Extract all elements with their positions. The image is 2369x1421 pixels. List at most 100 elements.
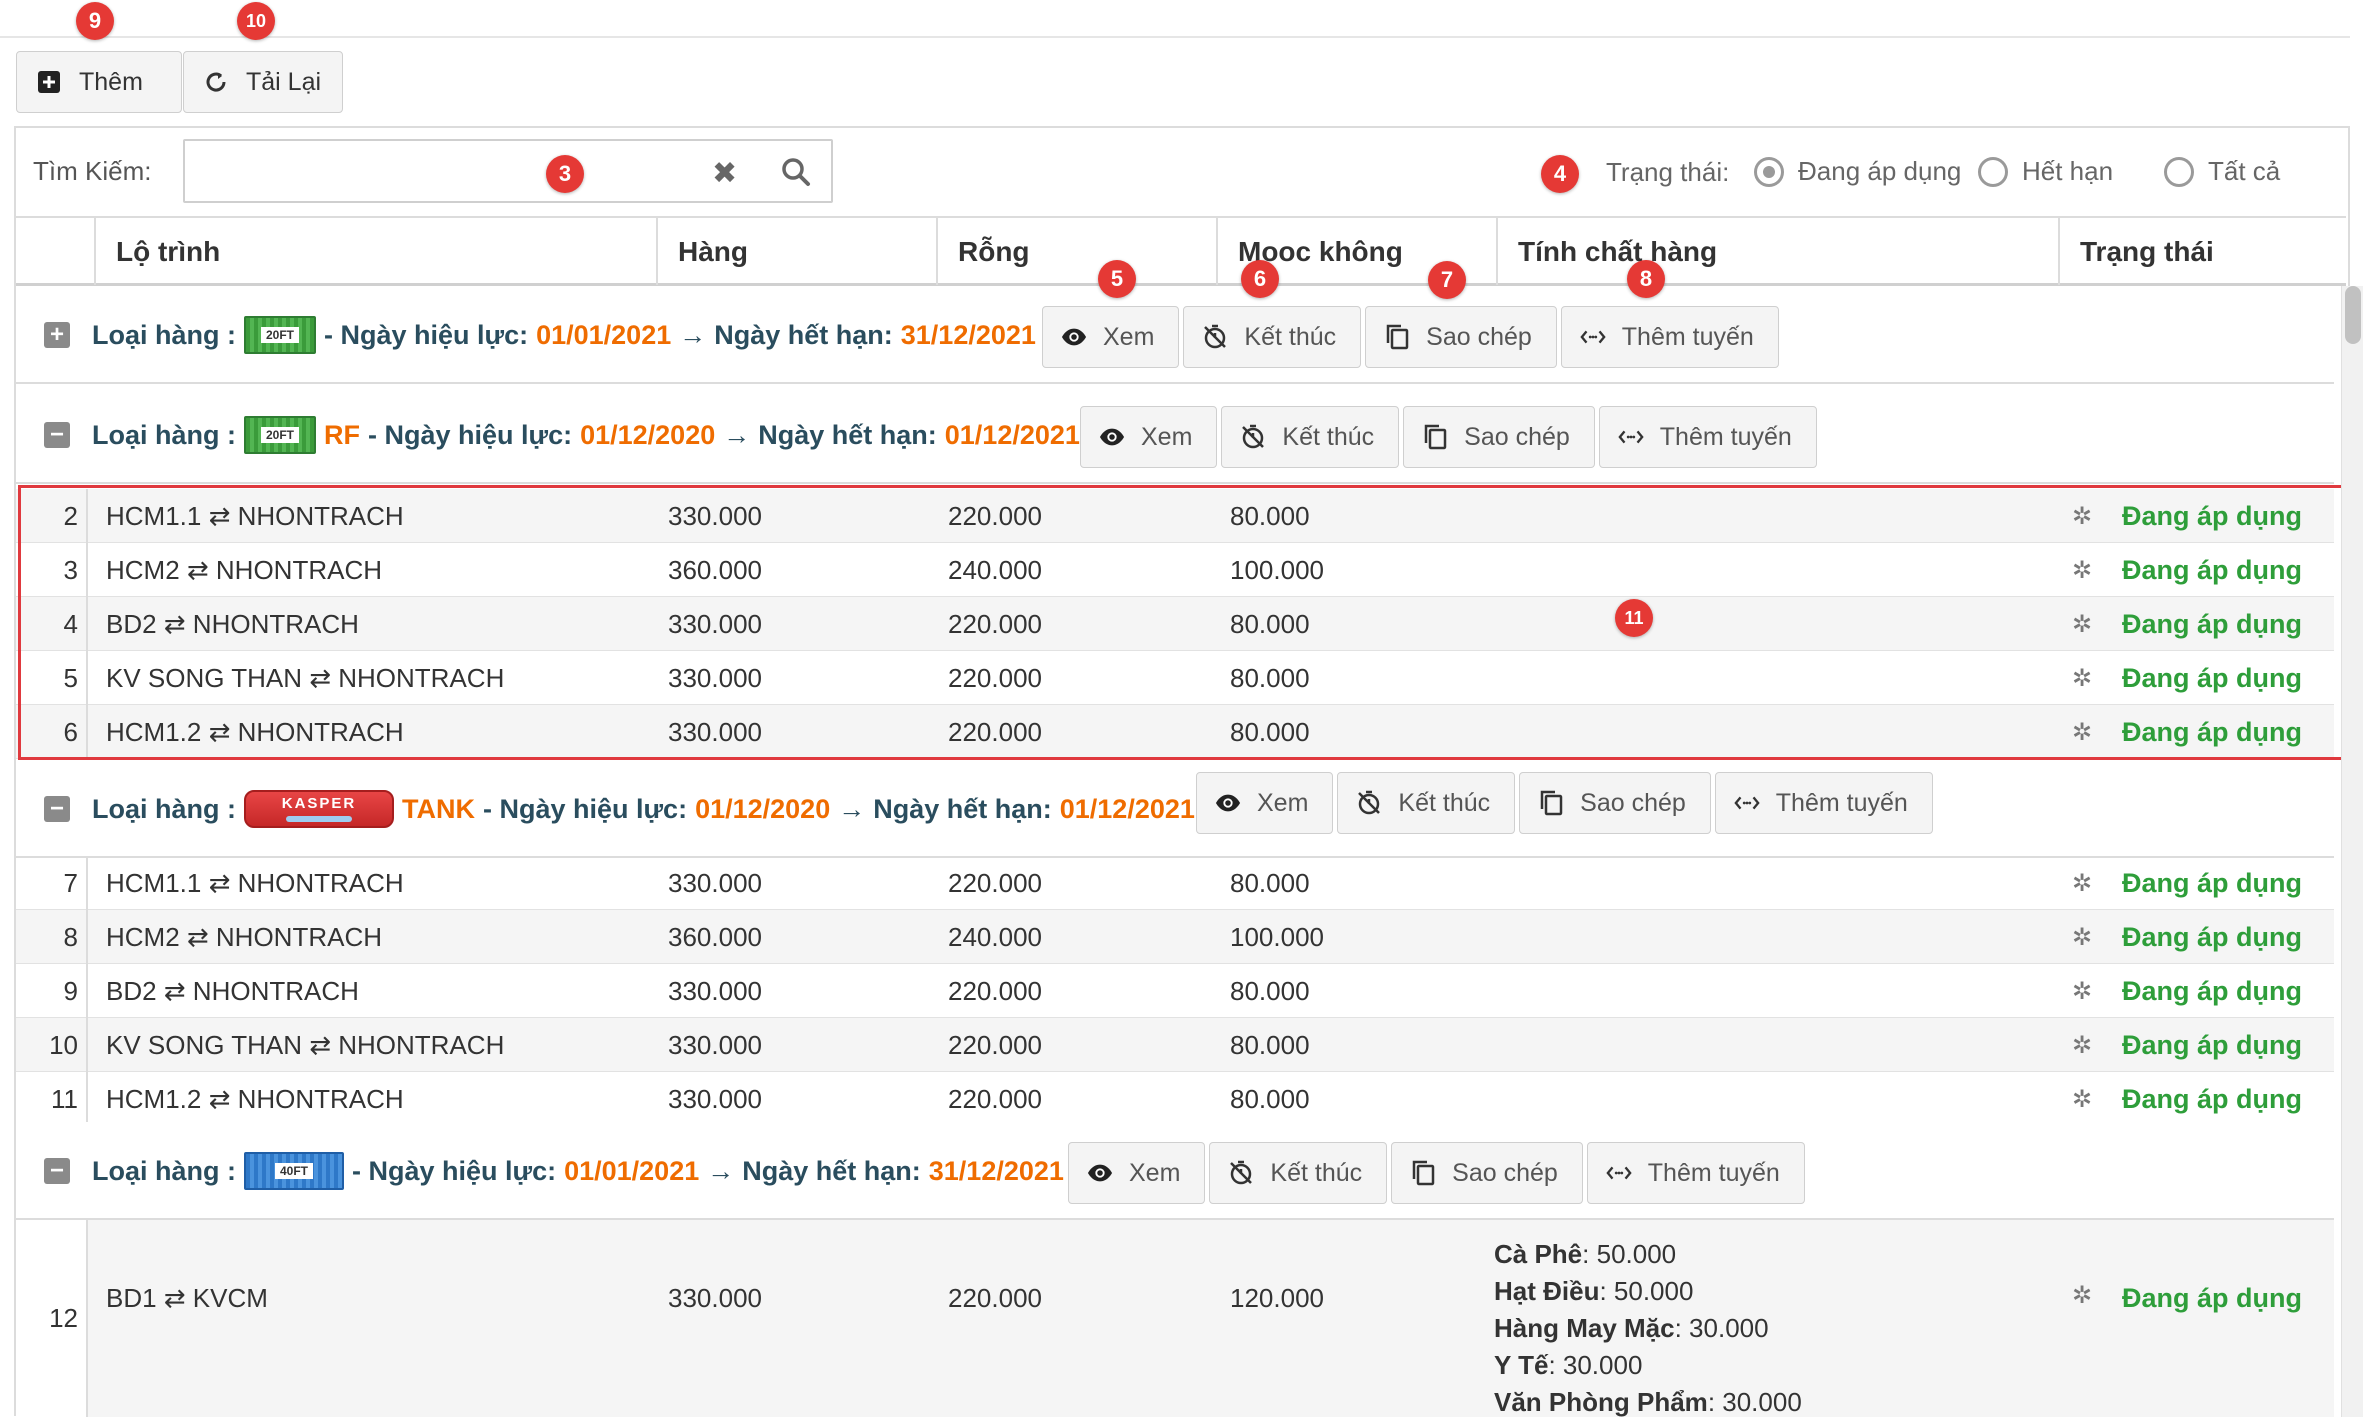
copy-button[interactable]: Sao chép [1403, 406, 1595, 468]
row-route: BD1 ⇄ KVCM [106, 1282, 268, 1313]
add-route-button[interactable]: Thêm tuyến [1598, 406, 1817, 468]
row-number: 7 [16, 856, 88, 910]
row-status: Đang áp dụng [2122, 500, 2302, 531]
end-button[interactable]: Kết thúc [1337, 772, 1516, 834]
container-type-label: RF [324, 419, 360, 450]
header-index [16, 218, 96, 285]
add-route-button[interactable]: Thêm tuyến [1560, 306, 1779, 368]
effective-date: 01/01/2021 [564, 1155, 700, 1186]
row-status: Đang áp dụng [2122, 1029, 2302, 1060]
row-mooc: 120.000 [1230, 1282, 1324, 1313]
gear-icon[interactable]: ✲ [2072, 964, 2092, 1018]
gear-icon[interactable]: ✲ [2072, 705, 2092, 759]
gear-icon[interactable]: ✲ [2072, 1072, 2092, 1126]
row-status: Đang áp dụng [2122, 1282, 2302, 1313]
timer-off-icon [1202, 324, 1228, 350]
expand-horizontal-icon [1580, 324, 1606, 350]
expand-icon[interactable]: + [44, 322, 70, 348]
collapse-icon[interactable]: − [44, 796, 70, 822]
toolbar-divider [0, 36, 2350, 38]
table-row[interactable]: 7 HCM1.1 ⇄ NHONTRACH 330.000 220.000 80.… [16, 856, 2334, 910]
group-row: − Loại hàng : 40FT - Ngày hiệu lực: 01/0… [16, 1122, 2334, 1220]
gear-icon[interactable]: ✲ [2072, 1220, 2092, 1370]
expand-horizontal-icon [1606, 1160, 1632, 1186]
table-row[interactable]: 4 BD2 ⇄ NHONTRACH 330.000 220.000 80.000… [16, 597, 2334, 651]
row-mooc: 80.000 [1230, 975, 1310, 1006]
scrollbar-thumb[interactable] [2345, 286, 2361, 344]
eye-icon [1099, 424, 1125, 450]
table-row[interactable]: 12 BD1 ⇄ KVCM 330.000 220.000 120.000 ✲ … [16, 1220, 2334, 1417]
collapse-icon[interactable]: − [44, 1158, 70, 1184]
table-row[interactable]: 5 KV SONG THAN ⇄ NHONTRACH 330.000 220.0… [16, 651, 2334, 705]
header-status[interactable]: Trạng thái [2060, 218, 2346, 285]
copy-icon [1538, 790, 1564, 816]
row-route: BD2 ⇄ NHONTRACH [106, 975, 359, 1006]
row-mooc: 80.000 [1230, 500, 1310, 531]
gear-icon[interactable]: ✲ [2072, 597, 2092, 651]
add-route-button[interactable]: Thêm tuyến [1586, 1142, 1805, 1204]
gear-icon[interactable]: ✲ [2072, 910, 2092, 964]
callout-badge: 6 [1241, 260, 1279, 298]
row-empty: 220.000 [948, 500, 1042, 531]
reload-button[interactable]: Tải Lại [183, 51, 343, 113]
gear-icon[interactable]: ✲ [2072, 543, 2092, 597]
row-full: 330.000 [668, 975, 762, 1006]
row-number: 5 [16, 651, 88, 705]
end-button[interactable]: Kết thúc [1183, 306, 1362, 368]
row-mooc: 80.000 [1230, 608, 1310, 639]
search-icon[interactable] [780, 156, 812, 193]
gear-icon[interactable]: ✲ [2072, 1018, 2092, 1072]
table-header: Lộ trình Hàng Rỗng Mooc không Tính chất … [16, 216, 2346, 286]
effective-label: - Ngày hiệu lực: [352, 1155, 557, 1186]
row-full: 330.000 [668, 1083, 762, 1114]
table-row[interactable]: 8 HCM2 ⇄ NHONTRACH 360.000 240.000 100.0… [16, 910, 2334, 964]
status-radio-all[interactable]: Tất cả [2164, 156, 2280, 187]
header-empty[interactable]: Rỗng [938, 218, 1218, 285]
add-button[interactable]: Thêm [16, 51, 182, 113]
header-route[interactable]: Lộ trình [96, 218, 658, 285]
view-button[interactable]: Xem [1080, 406, 1218, 468]
gear-icon[interactable]: ✲ [2072, 489, 2092, 543]
row-status: Đang áp dụng [2122, 975, 2302, 1006]
row-number: 9 [16, 964, 88, 1018]
view-button[interactable]: Xem [1196, 772, 1334, 834]
collapse-icon[interactable]: − [44, 422, 70, 448]
status-radio-expired[interactable]: Hết hạn [1978, 156, 2113, 187]
row-empty: 240.000 [948, 554, 1042, 585]
header-full[interactable]: Hàng [658, 218, 938, 285]
table-row[interactable]: 9 BD2 ⇄ NHONTRACH 330.000 220.000 80.000… [16, 964, 2334, 1018]
view-button[interactable]: Xem [1068, 1142, 1206, 1204]
row-full: 330.000 [668, 608, 762, 639]
table-row[interactable]: 11 HCM1.2 ⇄ NHONTRACH 330.000 220.000 80… [16, 1072, 2334, 1126]
copy-button[interactable]: Sao chép [1519, 772, 1711, 834]
end-button[interactable]: Kết thúc [1209, 1142, 1388, 1204]
row-mooc: 80.000 [1230, 662, 1310, 693]
gear-icon[interactable]: ✲ [2072, 856, 2092, 910]
group-prefix: Loại hàng : [92, 319, 236, 350]
gear-icon[interactable]: ✲ [2072, 651, 2092, 705]
row-route: HCM2 ⇄ NHONTRACH [106, 554, 383, 585]
copy-button[interactable]: Sao chép [1365, 306, 1557, 368]
cargo-property: Hạt Điều: 50.000 [1494, 1276, 1694, 1306]
vertical-scrollbar[interactable] [2341, 286, 2363, 1417]
group-prefix: Loại hàng : [92, 1155, 236, 1186]
end-button[interactable]: Kết thúc [1221, 406, 1400, 468]
row-empty: 220.000 [948, 1029, 1042, 1060]
table-row[interactable]: 3 HCM2 ⇄ NHONTRACH 360.000 240.000 100.0… [16, 543, 2334, 597]
group-prefix: Loại hàng : [92, 793, 236, 824]
copy-button[interactable]: Sao chép [1391, 1142, 1583, 1204]
view-button[interactable]: Xem [1042, 306, 1180, 368]
table-row[interactable]: 10 KV SONG THAN ⇄ NHONTRACH 330.000 220.… [16, 1018, 2334, 1072]
row-status: Đang áp dụng [2122, 921, 2302, 952]
add-route-button[interactable]: Thêm tuyến [1714, 772, 1933, 834]
status-radio-active[interactable]: Đang áp dụng [1754, 156, 1961, 187]
arrow-right-icon: → [679, 319, 707, 350]
status-filter-label: Trạng thái: [1606, 157, 1730, 187]
group-actions: Xem Kết thúc Sao chép Thêm tuyến [1196, 772, 1933, 834]
table-row[interactable]: 2 HCM1.1 ⇄ NHONTRACH 330.000 220.000 80.… [16, 489, 2334, 543]
copy-icon [1384, 324, 1410, 350]
clear-icon[interactable]: ✖ [712, 156, 737, 191]
header-cargo-props[interactable]: Tính chất hàng [1498, 218, 2060, 285]
table-row[interactable]: 6 HCM1.2 ⇄ NHONTRACH 330.000 220.000 80.… [16, 705, 2334, 759]
expiry-date: 01/12/2021 [944, 419, 1080, 450]
